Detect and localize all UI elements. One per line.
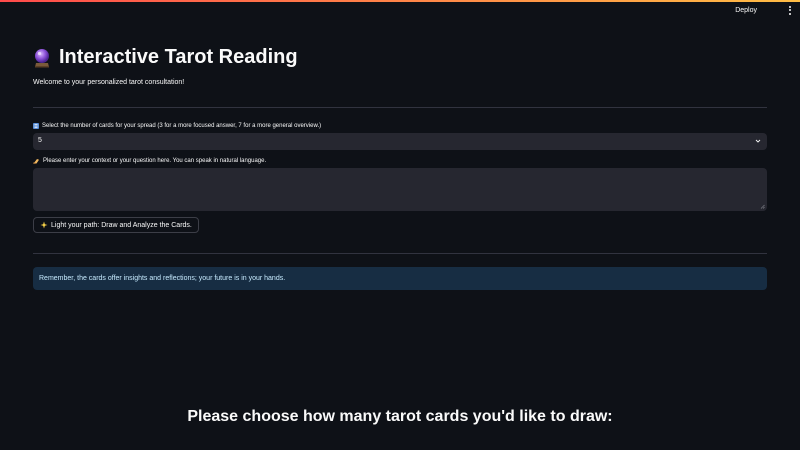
crystal-ball-icon (35, 48, 49, 67)
divider (33, 253, 767, 254)
writing-hand-icon (33, 159, 39, 164)
app-header: Deploy (0, 2, 800, 22)
draw-analyze-button[interactable]: Light your path: Draw and Analyze the Ca… (33, 217, 199, 233)
card-count-value: 5 (38, 137, 42, 144)
resize-handle-icon[interactable] (760, 204, 765, 209)
divider (33, 107, 767, 108)
card-count-label: Select the number of cards for your spre… (42, 123, 322, 129)
info-message: Remember, the cards offer insights and r… (39, 275, 286, 282)
card-count-select[interactable]: 5 (33, 133, 767, 150)
page-title-row: Interactive Tarot Reading (33, 46, 298, 69)
sparkles-icon (40, 221, 48, 229)
number-keycap-icon (33, 123, 39, 129)
page-title: Interactive Tarot Reading (59, 46, 298, 68)
draw-prompt-caption: Please choose how many tarot cards you'd… (187, 408, 613, 425)
chevron-down-icon[interactable] (755, 138, 761, 144)
deploy-button[interactable]: Deploy (732, 6, 760, 15)
context-textarea[interactable] (33, 168, 767, 211)
vertical-dots-icon[interactable] (786, 4, 794, 16)
context-label-row: Please enter your context or your questi… (33, 158, 266, 164)
card-count-label-row: Select the number of cards for your spre… (33, 123, 321, 129)
welcome-text: Welcome to your personalized tarot consu… (33, 79, 185, 86)
draw-analyze-label: Light your path: Draw and Analyze the Ca… (51, 221, 192, 229)
info-alert: Remember, the cards offer insights and r… (33, 267, 767, 290)
context-label: Please enter your context or your questi… (43, 158, 267, 164)
